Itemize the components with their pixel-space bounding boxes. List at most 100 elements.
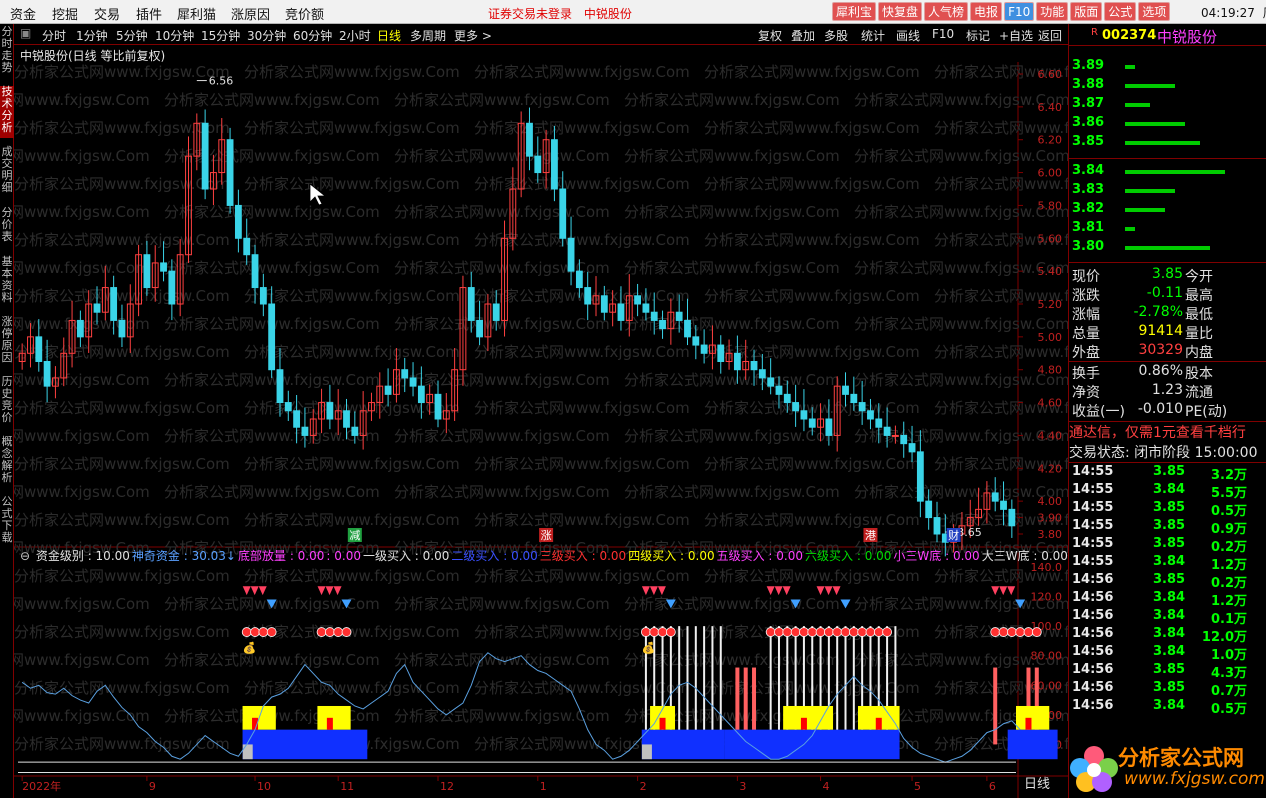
- bid-row[interactable]: 3.83: [1069, 182, 1266, 201]
- candle-body[interactable]: [201, 122, 209, 190]
- toolbar-right-0[interactable]: 复权: [758, 27, 782, 44]
- candle-body[interactable]: [143, 254, 151, 289]
- candle-body[interactable]: [659, 319, 666, 330]
- candle-body[interactable]: [692, 336, 700, 346]
- candle-body[interactable]: [110, 287, 118, 321]
- candle-body[interactable]: [700, 344, 708, 354]
- period-tab-6[interactable]: 60分钟: [293, 27, 332, 44]
- candle-body[interactable]: [675, 311, 683, 321]
- side-tab-2[interactable]: 成交明细: [0, 146, 14, 198]
- bid-row[interactable]: 3.80: [1069, 239, 1266, 258]
- candle-body[interactable]: [243, 237, 251, 256]
- bid-row[interactable]: 3.84: [1069, 163, 1266, 182]
- candle-body[interactable]: [76, 319, 84, 338]
- toolbar-right-1[interactable]: 叠加: [791, 27, 815, 44]
- candle-body[interactable]: [401, 369, 409, 379]
- candle-body[interactable]: [434, 393, 442, 420]
- candle-body[interactable]: [1000, 500, 1007, 510]
- candle-body[interactable]: [551, 139, 558, 190]
- top-button-7[interactable]: 公式: [1104, 2, 1137, 21]
- candle-body[interactable]: [384, 385, 392, 395]
- candle-body[interactable]: [733, 352, 741, 371]
- candle-body[interactable]: [226, 139, 234, 206]
- toolbar-right-2[interactable]: 多股: [824, 27, 848, 44]
- bid-row[interactable]: 3.81: [1069, 220, 1266, 239]
- panel-toggle-icon[interactable]: ▣: [20, 26, 31, 40]
- candle-body[interactable]: [617, 303, 625, 321]
- candle-body[interactable]: [842, 385, 849, 395]
- candle-body[interactable]: [584, 287, 592, 305]
- candle-body[interactable]: [991, 492, 999, 502]
- candle-body[interactable]: [1008, 508, 1016, 527]
- candle-body[interactable]: [409, 377, 417, 387]
- period-tab-10[interactable]: 更多 >: [454, 27, 492, 44]
- ask-row[interactable]: 3.89: [1069, 58, 1266, 77]
- candle-body[interactable]: [417, 385, 425, 404]
- candle-body[interactable]: [908, 443, 916, 453]
- menu-trade[interactable]: 交易: [94, 4, 120, 23]
- candle-body[interactable]: [642, 303, 650, 313]
- menu-limitup-reason[interactable]: 涨原因: [231, 4, 270, 23]
- menu-funds[interactable]: 资金: [10, 4, 36, 23]
- candle-body[interactable]: [875, 418, 883, 428]
- toolbar-right-8[interactable]: 返回: [1038, 27, 1062, 44]
- period-tab-4[interactable]: 15分钟: [201, 27, 240, 44]
- candle-body[interactable]: [268, 303, 276, 371]
- candle-body[interactable]: [800, 410, 808, 420]
- candle-body[interactable]: [343, 410, 350, 428]
- candle-body[interactable]: [284, 402, 292, 412]
- candle-body[interactable]: [891, 434, 899, 437]
- candle-body[interactable]: [850, 393, 858, 404]
- candle-body[interactable]: [808, 418, 816, 428]
- candle-body[interactable]: [792, 402, 800, 412]
- candle-body[interactable]: [684, 319, 691, 338]
- candle-body[interactable]: [118, 319, 126, 338]
- top-button-1[interactable]: 快复盘: [878, 2, 923, 21]
- toolbar-right-5[interactable]: F10: [932, 27, 954, 41]
- toolbar-right-7[interactable]: +自选: [999, 27, 1033, 44]
- candle-body[interactable]: [293, 410, 301, 428]
- top-button-3[interactable]: 电报: [970, 2, 1003, 21]
- side-tab-1[interactable]: 技术分析: [0, 86, 14, 138]
- menu-auction-amount[interactable]: 竞价额: [285, 4, 324, 23]
- trade-login-status[interactable]: 证券交易未登录: [488, 7, 572, 21]
- candle-body[interactable]: [883, 426, 891, 436]
- period-tab-3[interactable]: 10分钟: [155, 27, 194, 44]
- ad-banner[interactable]: 通达信，仅需1元查看千档行: [1069, 422, 1266, 442]
- candle-body[interactable]: [900, 434, 908, 445]
- side-tab-5[interactable]: 涨停原因: [0, 316, 14, 368]
- top-button-2[interactable]: 人气榜: [924, 2, 969, 21]
- menu-xilimao[interactable]: 犀利猫: [177, 4, 216, 23]
- ask-row[interactable]: 3.85: [1069, 134, 1266, 153]
- candle-body[interactable]: [351, 426, 359, 436]
- top-button-5[interactable]: 功能: [1036, 2, 1069, 21]
- candle-body[interactable]: [526, 122, 533, 157]
- ask-row[interactable]: 3.86: [1069, 115, 1266, 134]
- ask-row[interactable]: 3.87: [1069, 96, 1266, 115]
- side-tab-3[interactable]: 分价表: [0, 207, 14, 251]
- period-tab-2[interactable]: 5分钟: [116, 27, 148, 44]
- candle-body[interactable]: [43, 361, 51, 387]
- top-button-8[interactable]: 选项: [1138, 2, 1171, 21]
- candle-body[interactable]: [758, 369, 766, 379]
- period-tab-1[interactable]: 1分钟: [76, 27, 108, 44]
- candle-body[interactable]: [234, 204, 242, 239]
- candle-body[interactable]: [301, 426, 309, 436]
- candle-body[interactable]: [916, 451, 924, 502]
- menu-mining[interactable]: 挖掘: [52, 4, 78, 23]
- candle-body[interactable]: [168, 270, 176, 305]
- candle-body[interactable]: [600, 295, 608, 313]
- candle-body[interactable]: [276, 369, 284, 404]
- period-tab-8[interactable]: 日线: [377, 27, 401, 44]
- side-tab-0[interactable]: 分时走势: [0, 26, 14, 76]
- side-tab-8[interactable]: 公式下载: [0, 496, 14, 548]
- kline-chart[interactable]: 分析家公式网www.fxjgsw.Com 分析家公式网www.fxjgsw.Com…: [14, 62, 1068, 798]
- bid-row[interactable]: 3.82: [1069, 201, 1266, 220]
- candle-body[interactable]: [559, 188, 567, 239]
- toolbar-right-3[interactable]: 统计: [861, 27, 885, 44]
- top-button-0[interactable]: 犀利宝: [832, 2, 877, 21]
- candle-body[interactable]: [933, 517, 941, 535]
- toolbar-right-4[interactable]: 画线: [896, 27, 920, 44]
- period-tab-0[interactable]: 分时: [42, 27, 66, 44]
- chart-canvas[interactable]: 分析家公式网www.fxjgsw.Com 分析家公式网www.fxjgsw.Com…: [14, 62, 1068, 798]
